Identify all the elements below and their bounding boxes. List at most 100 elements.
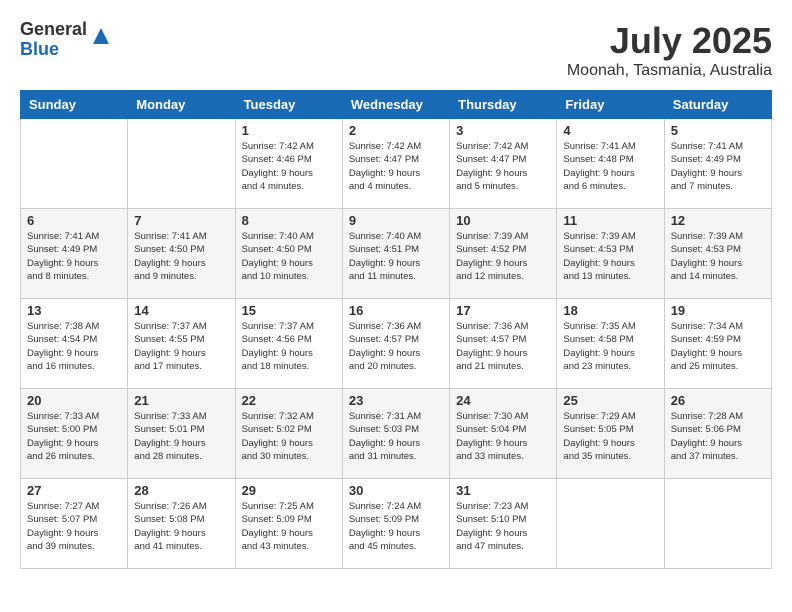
day-number: 26 <box>671 393 765 408</box>
header-day-tuesday: Tuesday <box>235 91 342 119</box>
header-row: SundayMondayTuesdayWednesdayThursdayFrid… <box>21 91 772 119</box>
day-info: Sunrise: 7:42 AM Sunset: 4:46 PM Dayligh… <box>242 140 336 193</box>
day-number: 21 <box>134 393 228 408</box>
day-info: Sunrise: 7:39 AM Sunset: 4:52 PM Dayligh… <box>456 230 550 283</box>
calendar-cell: 23Sunrise: 7:31 AM Sunset: 5:03 PM Dayli… <box>342 389 449 479</box>
day-info: Sunrise: 7:29 AM Sunset: 5:05 PM Dayligh… <box>563 410 657 463</box>
day-info: Sunrise: 7:36 AM Sunset: 4:57 PM Dayligh… <box>349 320 443 373</box>
day-info: Sunrise: 7:39 AM Sunset: 4:53 PM Dayligh… <box>563 230 657 283</box>
calendar-cell: 30Sunrise: 7:24 AM Sunset: 5:09 PM Dayli… <box>342 479 449 569</box>
calendar-cell <box>128 119 235 209</box>
calendar-cell: 18 Sunrise: 7:35 AM Sunset: 4:58 PM Dayli… <box>557 299 664 389</box>
day-info: Sunrise: 7:42 AM Sunset: 4:47 PM Dayligh… <box>349 140 443 193</box>
day-number: 8 <box>242 213 336 228</box>
calendar-cell: 8Sunrise: 7:40 AM Sunset: 4:50 PM Daylig… <box>235 209 342 299</box>
calendar-cell: 29 Sunrise: 7:25 AM Sunset: 5:09 PM Dayli… <box>235 479 342 569</box>
day-number: 30 <box>349 483 443 498</box>
day-info: Sunrise: 7:33 AM Sunset: 5:00 PM Dayligh… <box>27 410 121 463</box>
day-info: Sunrise: 7:40 AM Sunset: 4:51 PM Dayligh… <box>349 230 443 283</box>
calendar-cell: 25 Sunrise: 7:29 AM Sunset: 5:05 PM Dayli… <box>557 389 664 479</box>
day-info: Sunrise: 7:32 AM Sunset: 5:02 PM Dayligh… <box>242 410 336 463</box>
day-info: Sunrise: 7:37 AM Sunset: 4:56 PM Dayligh… <box>242 320 336 373</box>
page-header: General Blue July 2025 Moonah, Tasmania,… <box>20 20 772 80</box>
day-number: 10 <box>456 213 550 228</box>
day-number: 9 <box>349 213 443 228</box>
day-number: 18 <box>563 303 657 318</box>
logo-blue-text: Blue <box>20 40 87 60</box>
day-number: 11 <box>563 213 657 228</box>
day-info: Sunrise: 7:42 AM Sunset: 4:47 PM Dayligh… <box>456 140 550 193</box>
header-day-sunday: Sunday <box>21 91 128 119</box>
calendar-cell: 14 Sunrise: 7:37 AM Sunset: 4:55 PM Dayli… <box>128 299 235 389</box>
day-info: Sunrise: 7:41 AM Sunset: 4:48 PM Dayligh… <box>563 140 657 193</box>
day-info: Sunrise: 7:37 AM Sunset: 4:55 PM Dayligh… <box>134 320 228 373</box>
header-day-wednesday: Wednesday <box>342 91 449 119</box>
day-number: 15 <box>242 303 336 318</box>
calendar-cell <box>557 479 664 569</box>
logo-general-text: General <box>20 20 87 40</box>
calendar-cell: 4 Sunrise: 7:41 AM Sunset: 4:48 PM Daylig… <box>557 119 664 209</box>
logo-icon <box>89 24 113 48</box>
day-number: 23 <box>349 393 443 408</box>
location-title: Moonah, Tasmania, Australia <box>567 62 772 80</box>
day-info: Sunrise: 7:38 AM Sunset: 4:54 PM Dayligh… <box>27 320 121 373</box>
calendar-table: SundayMondayTuesdayWednesdayThursdayFrid… <box>20 90 772 569</box>
day-number: 13 <box>27 303 121 318</box>
calendar-cell: 27 Sunrise: 7:27 AM Sunset: 5:07 PM Dayli… <box>21 479 128 569</box>
calendar-cell: 13 Sunrise: 7:38 AM Sunset: 4:54 PM Dayli… <box>21 299 128 389</box>
day-number: 14 <box>134 303 228 318</box>
day-number: 20 <box>27 393 121 408</box>
day-info: Sunrise: 7:26 AM Sunset: 5:08 PM Dayligh… <box>134 500 228 553</box>
calendar-cell: 12 Sunrise: 7:39 AM Sunset: 4:53 PM Dayli… <box>664 209 771 299</box>
day-number: 28 <box>134 483 228 498</box>
day-info: Sunrise: 7:25 AM Sunset: 5:09 PM Dayligh… <box>242 500 336 553</box>
week-row-4: 20 Sunrise: 7:33 AM Sunset: 5:00 PM Dayli… <box>21 389 772 479</box>
day-number: 4 <box>563 123 657 138</box>
calendar-cell: 17Sunrise: 7:36 AM Sunset: 4:57 PM Dayli… <box>450 299 557 389</box>
day-number: 27 <box>27 483 121 498</box>
calendar-cell: 16 Sunrise: 7:36 AM Sunset: 4:57 PM Dayli… <box>342 299 449 389</box>
day-info: Sunrise: 7:35 AM Sunset: 4:58 PM Dayligh… <box>563 320 657 373</box>
calendar-cell: 6 Sunrise: 7:41 AM Sunset: 4:49 PM Daylig… <box>21 209 128 299</box>
day-number: 24 <box>456 393 550 408</box>
week-row-2: 6 Sunrise: 7:41 AM Sunset: 4:49 PM Daylig… <box>21 209 772 299</box>
calendar-cell <box>21 119 128 209</box>
header-day-thursday: Thursday <box>450 91 557 119</box>
day-number: 16 <box>349 303 443 318</box>
calendar-cell: 7Sunrise: 7:41 AM Sunset: 4:50 PM Daylig… <box>128 209 235 299</box>
calendar-cell: 24Sunrise: 7:30 AM Sunset: 5:04 PM Dayli… <box>450 389 557 479</box>
calendar-cell: 21 Sunrise: 7:33 AM Sunset: 5:01 PM Dayli… <box>128 389 235 479</box>
day-number: 6 <box>27 213 121 228</box>
header-day-friday: Friday <box>557 91 664 119</box>
calendar-cell: 10 Sunrise: 7:39 AM Sunset: 4:52 PM Dayli… <box>450 209 557 299</box>
week-row-1: 1 Sunrise: 7:42 AM Sunset: 4:46 PM Daylig… <box>21 119 772 209</box>
day-number: 3 <box>456 123 550 138</box>
calendar-cell: 1 Sunrise: 7:42 AM Sunset: 4:46 PM Daylig… <box>235 119 342 209</box>
day-info: Sunrise: 7:41 AM Sunset: 4:50 PM Dayligh… <box>134 230 228 283</box>
day-info: Sunrise: 7:28 AM Sunset: 5:06 PM Dayligh… <box>671 410 765 463</box>
calendar-cell <box>664 479 771 569</box>
calendar-cell: 20 Sunrise: 7:33 AM Sunset: 5:00 PM Dayli… <box>21 389 128 479</box>
calendar-cell: 11 Sunrise: 7:39 AM Sunset: 4:53 PM Dayli… <box>557 209 664 299</box>
day-info: Sunrise: 7:41 AM Sunset: 4:49 PM Dayligh… <box>27 230 121 283</box>
day-number: 31 <box>456 483 550 498</box>
day-number: 19 <box>671 303 765 318</box>
logo: General Blue <box>20 20 113 60</box>
calendar-cell: 3 Sunrise: 7:42 AM Sunset: 4:47 PM Daylig… <box>450 119 557 209</box>
day-number: 12 <box>671 213 765 228</box>
day-number: 5 <box>671 123 765 138</box>
day-number: 29 <box>242 483 336 498</box>
calendar-cell: 28 Sunrise: 7:26 AM Sunset: 5:08 PM Dayli… <box>128 479 235 569</box>
day-info: Sunrise: 7:39 AM Sunset: 4:53 PM Dayligh… <box>671 230 765 283</box>
day-number: 25 <box>563 393 657 408</box>
calendar-cell: 19Sunrise: 7:34 AM Sunset: 4:59 PM Dayli… <box>664 299 771 389</box>
calendar-cell: 5Sunrise: 7:41 AM Sunset: 4:49 PM Daylig… <box>664 119 771 209</box>
calendar-cell: 15 Sunrise: 7:37 AM Sunset: 4:56 PM Dayli… <box>235 299 342 389</box>
calendar-cell: 2Sunrise: 7:42 AM Sunset: 4:47 PM Daylig… <box>342 119 449 209</box>
week-row-5: 27 Sunrise: 7:27 AM Sunset: 5:07 PM Dayli… <box>21 479 772 569</box>
day-info: Sunrise: 7:33 AM Sunset: 5:01 PM Dayligh… <box>134 410 228 463</box>
day-info: Sunrise: 7:27 AM Sunset: 5:07 PM Dayligh… <box>27 500 121 553</box>
day-number: 1 <box>242 123 336 138</box>
header-day-saturday: Saturday <box>664 91 771 119</box>
day-number: 17 <box>456 303 550 318</box>
